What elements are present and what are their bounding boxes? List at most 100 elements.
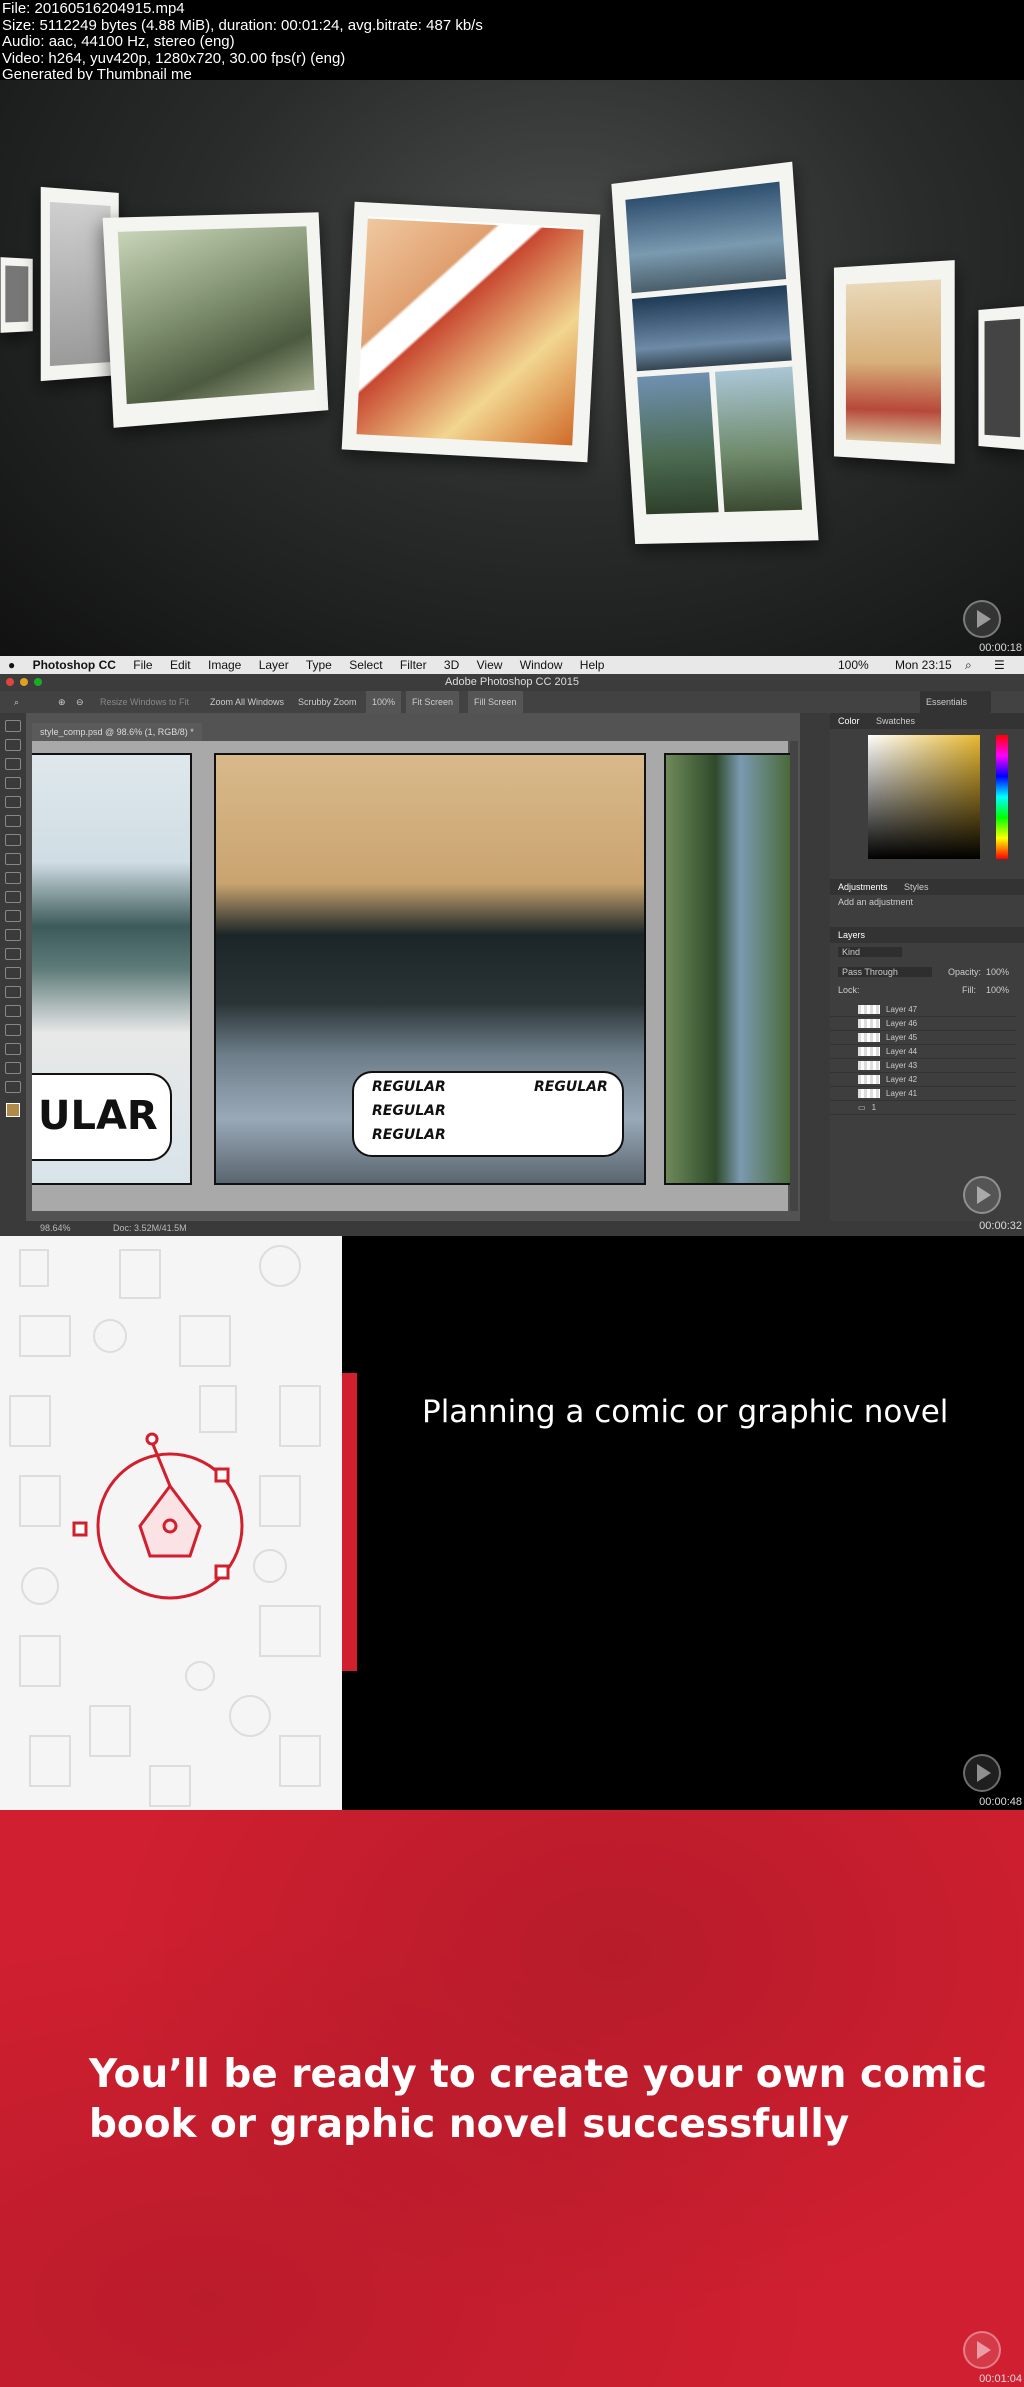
- zoom-out-icon[interactable]: ⊖: [76, 691, 84, 713]
- menu-file[interactable]: File: [133, 658, 152, 672]
- layer-row[interactable]: Layer 47: [830, 1003, 1016, 1017]
- gallery-card: [978, 305, 1024, 451]
- blur-tool[interactable]: [5, 948, 21, 960]
- menu-layer[interactable]: Layer: [259, 658, 289, 672]
- menu-type[interactable]: Type: [306, 658, 332, 672]
- window-title-bar: Adobe Photoshop CC 2015: [0, 674, 1024, 691]
- tab-adjustments[interactable]: Adjustments: [838, 882, 888, 892]
- tab-color[interactable]: Color: [838, 716, 860, 726]
- eraser-tool[interactable]: [5, 910, 21, 922]
- frame-gallery: 00:00:18: [0, 80, 1024, 656]
- layer-row[interactable]: Layer 42: [830, 1073, 1016, 1087]
- layer-row[interactable]: Layer 43: [830, 1059, 1016, 1073]
- dodge-tool[interactable]: [5, 967, 21, 979]
- stamp-tool[interactable]: [5, 872, 21, 884]
- layer-row[interactable]: Layer 45: [830, 1031, 1016, 1045]
- comic-panel-right: [664, 753, 790, 1185]
- layer-row[interactable]: Layer 41: [830, 1087, 1016, 1101]
- menu-list-icon[interactable]: ☰: [994, 656, 1005, 674]
- menu-image[interactable]: Image: [208, 658, 241, 672]
- type-tool[interactable]: [5, 1005, 21, 1017]
- file-info-header: File: 20160516204915.mp4 Size: 5112249 b…: [0, 0, 1024, 83]
- pen-tool[interactable]: [5, 986, 21, 998]
- menu-help[interactable]: Help: [580, 658, 605, 672]
- layer-row[interactable]: Layer 44: [830, 1045, 1016, 1059]
- layer-group-row[interactable]: ▭ 1: [830, 1101, 1016, 1115]
- apple-icon[interactable]: ●: [8, 658, 15, 672]
- video-info: Video: h264, yuv420p, 1280x720, 30.00 fp…: [2, 49, 346, 67]
- tab-styles[interactable]: Styles: [904, 882, 929, 892]
- workspace-select[interactable]: Essentials: [920, 691, 992, 713]
- color-picker[interactable]: [868, 735, 980, 859]
- scrubby-zoom-checkbox[interactable]: Scrubby Zoom: [298, 691, 357, 713]
- folder-icon: ▭: [858, 1103, 866, 1112]
- menu-select[interactable]: Select: [349, 658, 382, 672]
- document-tab[interactable]: style_comp.psd @ 98.6% (1, RGB/8) *: [32, 723, 202, 741]
- layer-row[interactable]: Layer 46: [830, 1017, 1016, 1031]
- app-name[interactable]: Photoshop CC: [33, 658, 116, 672]
- fit-screen-button[interactable]: Fit Screen: [406, 691, 460, 713]
- minimize-button[interactable]: [20, 678, 28, 686]
- resize-windows-checkbox[interactable]: Resize Windows to Fit: [100, 691, 189, 713]
- fill-label: Fill:: [962, 985, 976, 995]
- timestamp: 00:00:32: [979, 1220, 1022, 1232]
- zoom-tool[interactable]: [5, 1081, 21, 1093]
- menu-edit[interactable]: Edit: [170, 658, 191, 672]
- layers-list: Layer 47 Layer 46 Layer 45 Layer 44 Laye…: [830, 1003, 1016, 1115]
- marquee-tool[interactable]: [5, 739, 21, 751]
- play-icon[interactable]: [963, 1754, 1001, 1792]
- gallery-card: [0, 257, 33, 333]
- eyedropper-tool[interactable]: [5, 815, 21, 827]
- mac-menubar: ● Photoshop CC File Edit Image Layer Typ…: [0, 656, 1024, 674]
- zoom-tool-icon[interactable]: ⌕: [14, 691, 19, 713]
- tab-layers[interactable]: Layers: [838, 930, 865, 940]
- move-tool[interactable]: [5, 720, 21, 732]
- zoom-all-windows-checkbox[interactable]: Zoom All Windows: [210, 691, 284, 713]
- menu-filter[interactable]: Filter: [400, 658, 427, 672]
- battery-status: 100%: [838, 658, 869, 672]
- lock-label: Lock:: [838, 985, 860, 995]
- speech-bubble: REGULAR REGULAR REGULAR REGULAR: [352, 1071, 624, 1157]
- accent-bar: [342, 1373, 357, 1671]
- path-select-tool[interactable]: [5, 1024, 21, 1036]
- close-button[interactable]: [6, 678, 14, 686]
- headline-line: You’ll be ready to create your own comic: [89, 2052, 988, 2097]
- doc-size: Doc: 3.52M/41.5M: [113, 1223, 187, 1233]
- slide-title: Planning a comic or graphic novel: [422, 1394, 949, 1430]
- document-canvas[interactable]: ULAR REGULAR REGULAR REGULAR REGULAR: [32, 741, 790, 1211]
- search-icon[interactable]: ⌕: [965, 656, 972, 674]
- brush-tool[interactable]: [5, 853, 21, 865]
- play-icon[interactable]: [963, 600, 1001, 638]
- foreground-color-swatch[interactable]: [6, 1103, 20, 1117]
- canvas-scrollbar[interactable]: [790, 741, 798, 1211]
- zoom-level[interactable]: 98.64%: [40, 1223, 71, 1233]
- hand-tool[interactable]: [5, 1062, 21, 1074]
- menu-view[interactable]: View: [477, 658, 503, 672]
- frame-red-slide: You’ll be ready to create your own comic…: [0, 1810, 1024, 2387]
- maximize-button[interactable]: [34, 678, 42, 686]
- lasso-tool[interactable]: [5, 758, 21, 770]
- quick-select-tool[interactable]: [5, 777, 21, 789]
- healing-tool[interactable]: [5, 834, 21, 846]
- timestamp: 00:01:04: [979, 2373, 1022, 2385]
- tab-swatches[interactable]: Swatches: [876, 716, 915, 726]
- zoom-in-icon[interactable]: ⊕: [58, 691, 66, 713]
- comic-panel-middle: REGULAR REGULAR REGULAR REGULAR: [214, 753, 646, 1185]
- history-brush-tool[interactable]: [5, 891, 21, 903]
- play-icon[interactable]: [963, 1176, 1001, 1214]
- fill-screen-button[interactable]: Fill Screen: [468, 691, 523, 713]
- timestamp: 00:00:48: [979, 1796, 1022, 1808]
- zoom-100-button[interactable]: 100%: [366, 691, 402, 713]
- hue-slider[interactable]: [996, 735, 1008, 859]
- menu-window[interactable]: Window: [520, 658, 563, 672]
- layer-kind-filter[interactable]: Kind: [838, 947, 902, 957]
- options-bar: ⌕ ⊕ ⊖ Resize Windows to Fit Zoom All Win…: [0, 691, 1024, 713]
- gradient-tool[interactable]: [5, 929, 21, 941]
- fill-input[interactable]: 100%: [986, 985, 1009, 995]
- play-icon[interactable]: [963, 2331, 1001, 2369]
- shape-tool[interactable]: [5, 1043, 21, 1055]
- menu-3d[interactable]: 3D: [444, 658, 459, 672]
- opacity-input[interactable]: 100%: [986, 967, 1009, 977]
- blend-mode-select[interactable]: Pass Through: [838, 967, 932, 977]
- crop-tool[interactable]: [5, 796, 21, 808]
